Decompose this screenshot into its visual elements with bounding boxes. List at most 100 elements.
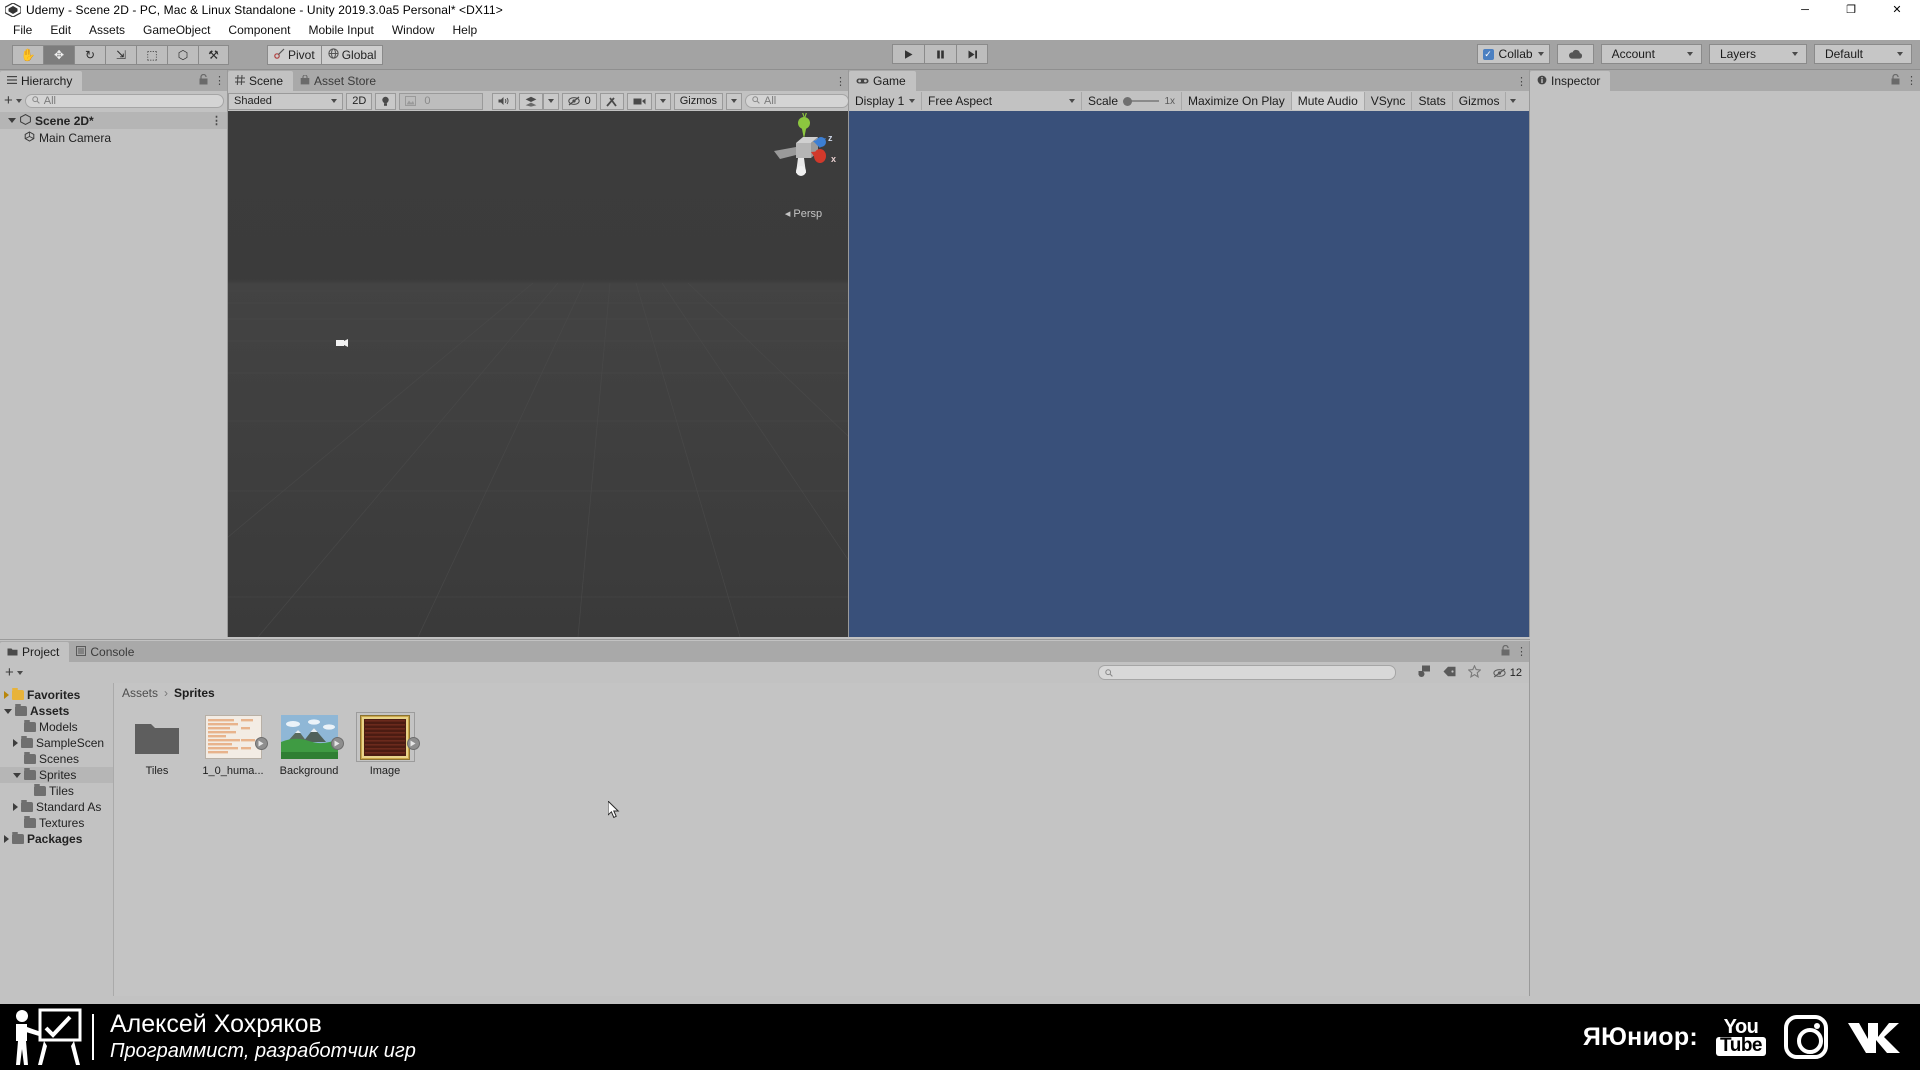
scene-gizmos-button[interactable]: Gizmos [673, 92, 723, 110]
tree-row-assets[interactable]: Assets [0, 703, 113, 719]
pivot-toggle-button[interactable]: Pivot [267, 44, 322, 65]
tree-row-favorites[interactable]: Favorites [0, 687, 113, 703]
filter-by-label-icon[interactable] [1443, 666, 1456, 680]
tree-row-models[interactable]: Models [0, 719, 113, 735]
lock-icon[interactable] [199, 73, 208, 88]
panel-menu-icon[interactable]: ⋮ [1906, 75, 1917, 87]
hierarchy-row-scene[interactable]: Scene 2D* ⋮ [0, 112, 228, 129]
menu-item-gameobject[interactable]: GameObject [134, 21, 219, 39]
scene-search-input[interactable]: All [745, 94, 849, 108]
expand-triangle-icon[interactable] [4, 835, 9, 843]
move-tool-icon[interactable]: ✥ [43, 44, 74, 65]
game-gizmos-dropdown[interactable] [1505, 92, 1520, 110]
scene-effects-dropdown[interactable] [542, 92, 559, 110]
project-asset-browser[interactable]: Assets › Sprites Tiles 1_0_huma... Backg… [114, 683, 1530, 996]
divider-top-project[interactable] [0, 639, 1530, 640]
expand-triangle-icon[interactable] [13, 772, 21, 778]
stats-toggle[interactable]: Stats [1411, 92, 1451, 110]
scene-lighting-button[interactable] [375, 92, 397, 110]
expand-triangle-icon[interactable] [13, 739, 18, 747]
play-button[interactable] [892, 44, 924, 64]
scene-effects-button[interactable] [518, 92, 543, 110]
tab-hierarchy[interactable]: Hierarchy [0, 71, 83, 91]
scene-camera-button[interactable] [626, 92, 652, 110]
tree-row-standard-assets[interactable]: Standard As [0, 799, 113, 815]
chevron-down-icon[interactable] [16, 670, 23, 675]
game-gizmos-button[interactable]: Gizmos [1451, 92, 1506, 110]
tab-project[interactable]: Project [0, 642, 70, 662]
scene-camera-dropdown[interactable] [654, 92, 671, 110]
tab-asset-store[interactable]: Asset Store [293, 71, 386, 91]
tree-row-samplescenes[interactable]: SampleScen [0, 735, 113, 751]
tab-inspector[interactable]: Inspector [1530, 71, 1611, 91]
add-gameobject-button[interactable]: + [4, 93, 13, 108]
scene-fx-dropdown[interactable]: 0 [399, 92, 483, 110]
pause-button[interactable] [924, 44, 956, 64]
vk-icon[interactable] [1846, 1019, 1902, 1056]
minimize-button[interactable]: ─ [1782, 0, 1828, 19]
game-aspect-dropdown[interactable]: Free Aspect [921, 92, 1081, 110]
menu-item-edit[interactable]: Edit [41, 21, 80, 39]
filter-by-type-icon[interactable] [1418, 665, 1431, 681]
scene-menu-icon[interactable]: ⋮ [211, 114, 222, 127]
panel-menu-icon[interactable]: ⋮ [214, 75, 225, 87]
shading-mode-dropdown[interactable]: Shaded [228, 92, 344, 110]
menu-item-file[interactable]: File [4, 21, 41, 39]
layers-button[interactable]: Layers [1708, 44, 1807, 64]
scene-projection-label[interactable]: ◂ Persp [758, 207, 849, 221]
panel-menu-icon[interactable]: ⋮ [1516, 646, 1527, 658]
vsync-toggle[interactable]: VSync [1363, 92, 1412, 110]
scale-slider-handle[interactable] [1123, 96, 1133, 106]
game-display-dropdown[interactable]: Display 1 [849, 92, 921, 110]
asset-item-background[interactable]: Background [278, 713, 344, 777]
breadcrumb-assets[interactable]: Assets [122, 686, 158, 700]
expand-triangle-icon[interactable] [4, 708, 12, 714]
tree-row-scenes[interactable]: Scenes [0, 751, 113, 767]
breadcrumb-sprites[interactable]: Sprites [174, 686, 215, 700]
expand-triangle-icon[interactable] [13, 803, 18, 811]
lock-icon[interactable] [1501, 644, 1510, 659]
sub-asset-expand-icon[interactable] [406, 737, 420, 750]
tree-row-tiles[interactable]: Tiles [0, 783, 113, 799]
tab-console[interactable]: Console [69, 642, 144, 662]
scene-visibility-button[interactable]: 0 [561, 92, 597, 110]
sub-asset-expand-icon[interactable] [330, 737, 344, 750]
favorite-star-icon[interactable] [1467, 664, 1482, 681]
divider-hierarchy-scene[interactable] [227, 70, 228, 637]
scene-orientation-gizmo[interactable]: y z x [758, 111, 849, 211]
expand-triangle-icon[interactable] [8, 118, 16, 123]
divider-game-inspector[interactable] [1529, 70, 1530, 637]
account-button[interactable]: Account [1600, 44, 1702, 64]
close-button[interactable]: ✕ [1874, 0, 1920, 19]
sub-asset-expand-icon[interactable] [254, 737, 268, 750]
hand-tool-icon[interactable]: ✋ [12, 44, 43, 65]
game-viewport[interactable] [849, 111, 1530, 637]
global-toggle-button[interactable]: Global [321, 44, 384, 65]
tab-scene[interactable]: Scene [228, 71, 294, 91]
asset-item-image[interactable]: Image [354, 712, 420, 777]
divider-scene-game[interactable] [848, 70, 849, 637]
scene-gizmos-dropdown[interactable] [726, 92, 742, 110]
rotate-tool-icon[interactable]: ↻ [74, 44, 105, 65]
tree-row-packages[interactable]: Packages [0, 831, 113, 847]
lock-icon[interactable] [1891, 73, 1900, 88]
tree-row-textures[interactable]: Textures [0, 815, 113, 831]
scale-tool-icon[interactable]: ⇲ [105, 44, 136, 65]
hierarchy-row-main-camera[interactable]: Main Camera [0, 129, 228, 146]
hierarchy-search-input[interactable]: All [24, 93, 224, 108]
maximize-button[interactable]: ❐ [1828, 0, 1874, 19]
scale-slider-track[interactable] [1123, 96, 1160, 106]
project-add-button[interactable]: + [5, 665, 14, 680]
youtube-icon[interactable]: You Tube [1716, 1017, 1766, 1056]
divider-project-right[interactable] [1529, 641, 1530, 996]
toggle-2d-button[interactable]: 2D [346, 92, 373, 110]
custom-tool-icon[interactable]: ⚒ [198, 44, 229, 65]
layout-button[interactable]: Default [1813, 44, 1912, 64]
expand-triangle-icon[interactable] [4, 691, 9, 699]
menu-item-mobile-input[interactable]: Mobile Input [299, 21, 382, 39]
tree-row-sprites[interactable]: Sprites [0, 767, 113, 783]
mute-audio-toggle[interactable]: Mute Audio [1290, 92, 1364, 110]
chevron-down-icon[interactable] [15, 98, 22, 103]
panel-menu-icon[interactable]: ⋮ [835, 77, 846, 88]
rect-tool-icon[interactable]: ⬚ [136, 44, 167, 65]
